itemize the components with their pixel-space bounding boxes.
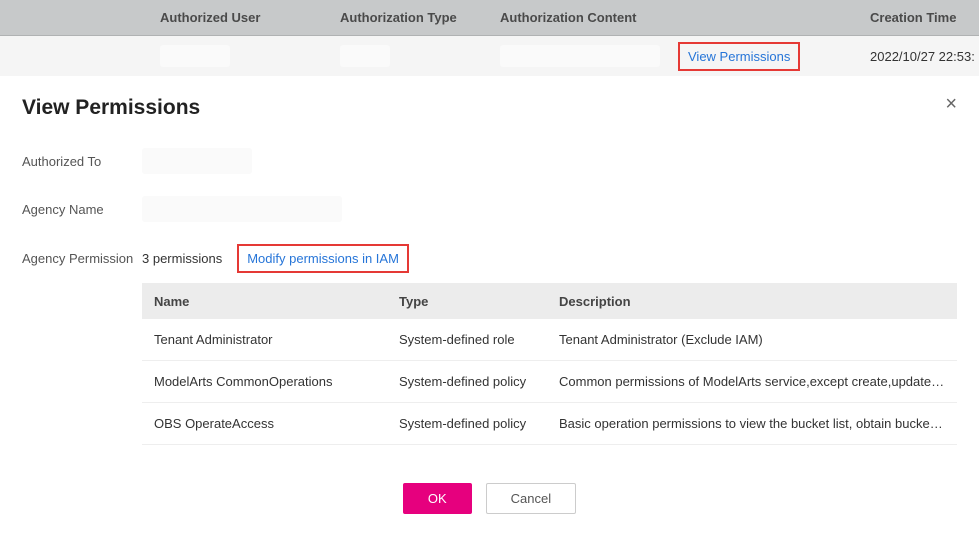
cell-authorization-content: View Permissions — [500, 42, 870, 71]
dialog-button-row: OK Cancel — [22, 483, 957, 514]
perm-description: Tenant Administrator (Exclude IAM) — [547, 332, 957, 347]
close-icon[interactable]: × — [945, 94, 957, 114]
permissions-table-header: Name Type Description — [142, 283, 957, 319]
perm-header-name: Name — [142, 294, 387, 309]
perm-name: OBS OperateAccess — [142, 416, 387, 431]
ok-button[interactable]: OK — [403, 483, 472, 514]
header-authorized-user: Authorized User — [160, 10, 340, 25]
header-creation-time: Creation Time — [870, 10, 979, 25]
table-row: OBS OperateAccess System-defined policy … — [142, 403, 957, 445]
header-authorization-type: Authorization Type — [340, 10, 500, 25]
main-table-header: Authorized User Authorization Type Autho… — [0, 0, 979, 36]
field-agency-name: Agency Name — [22, 196, 957, 222]
label-authorized-to: Authorized To — [22, 154, 142, 169]
cancel-button[interactable]: Cancel — [486, 483, 576, 514]
perm-description: Basic operation permissions to view the … — [547, 416, 957, 431]
perm-header-description: Description — [547, 294, 957, 309]
perm-type: System-defined policy — [387, 374, 547, 389]
perm-name: Tenant Administrator — [142, 332, 387, 347]
view-permissions-dialog: × View Permissions Authorized To Agency … — [0, 76, 979, 534]
table-row: Tenant Administrator System-defined role… — [142, 319, 957, 361]
table-row: ModelArts CommonOperations System-define… — [142, 361, 957, 403]
highlight-view-permissions: View Permissions — [678, 42, 800, 71]
redacted-value — [142, 196, 342, 222]
redacted-value — [142, 148, 252, 174]
header-authorization-content: Authorization Content — [500, 10, 870, 25]
label-agency-name: Agency Name — [22, 202, 142, 217]
redacted-value — [340, 45, 390, 67]
field-authorized-to: Authorized To — [22, 148, 957, 174]
perm-name: ModelArts CommonOperations — [142, 374, 387, 389]
perm-type: System-defined policy — [387, 416, 547, 431]
cell-creation-time: 2022/10/27 22:53: — [870, 49, 979, 64]
label-agency-permission: Agency Permission — [22, 251, 142, 266]
dialog-title: View Permissions — [22, 96, 957, 120]
cell-authorization-type — [340, 45, 500, 67]
permission-count: 3 permissions — [142, 251, 222, 266]
highlight-modify-permissions: Modify permissions in IAM — [237, 244, 409, 273]
field-agency-permission: Agency Permission 3 permissions Modify p… — [22, 244, 957, 273]
table-row: View Permissions 2022/10/27 22:53: — [0, 36, 979, 76]
redacted-value — [160, 45, 230, 67]
view-permissions-link[interactable]: View Permissions — [688, 49, 790, 64]
perm-header-type: Type — [387, 294, 547, 309]
perm-description: Common permissions of ModelArts service,… — [547, 374, 957, 389]
cell-authorized-user — [160, 45, 340, 67]
redacted-value — [500, 45, 660, 67]
perm-type: System-defined role — [387, 332, 547, 347]
modify-permissions-link[interactable]: Modify permissions in IAM — [247, 251, 399, 266]
permissions-table: Name Type Description Tenant Administrat… — [142, 283, 957, 445]
